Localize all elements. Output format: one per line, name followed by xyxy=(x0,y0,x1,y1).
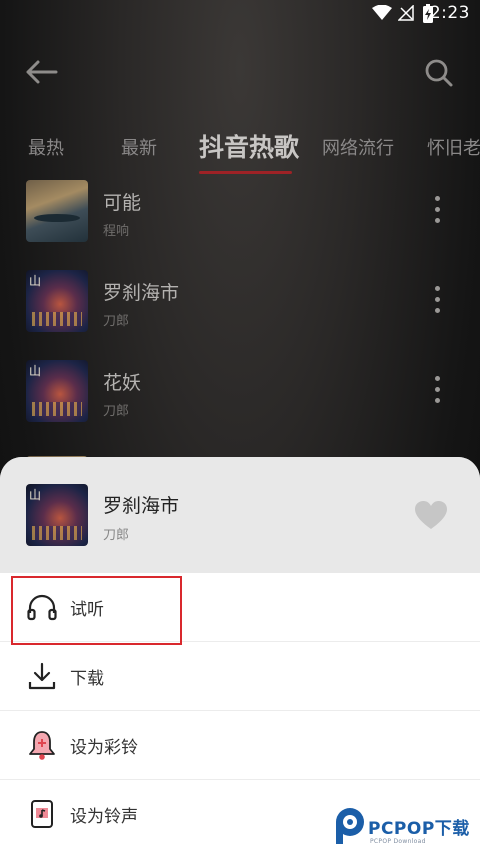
song-artist: 刀郎 xyxy=(103,314,130,329)
set-color-ringback-label: 设为彩铃 xyxy=(70,738,138,758)
tab-indicator xyxy=(199,171,292,174)
tab-douyin-hits[interactable]: 抖音热歌 xyxy=(199,128,299,164)
download-label: 下载 xyxy=(70,669,104,689)
bottom-sheet: 罗刹海市 刀郎 试听 下载 设为彩铃 设为铃声 xyxy=(0,457,480,853)
more-options-icon[interactable] xyxy=(432,196,442,228)
top-bar xyxy=(0,52,480,92)
watermark-brand: PCPOP下载 xyxy=(368,819,470,839)
highlight-box xyxy=(11,576,182,645)
album-cover xyxy=(26,360,88,422)
download-button[interactable]: 下载 xyxy=(0,642,480,711)
category-tabs: 最热 最新 抖音热歌 网络流行 怀旧老 xyxy=(0,128,480,176)
set-color-ringback-button[interactable]: 设为彩铃 xyxy=(0,711,480,780)
set-ringtone-label: 设为铃声 xyxy=(70,807,138,827)
song-artist: 程响 xyxy=(103,224,130,239)
back-arrow-icon[interactable] xyxy=(24,58,58,86)
song-row[interactable]: 花妖 刀郎 xyxy=(0,358,480,448)
watermark-subtitle: PCPOP Download xyxy=(370,838,426,845)
tab-nostalgic[interactable]: 怀旧老 xyxy=(427,134,480,160)
status-bar: 2:23 xyxy=(0,0,480,28)
pcpop-logo-icon xyxy=(336,808,364,844)
song-artist: 刀郎 xyxy=(103,404,130,419)
heart-icon[interactable] xyxy=(414,500,448,530)
bell-icon xyxy=(29,731,55,760)
song-title: 花妖 xyxy=(103,372,142,394)
song-row[interactable]: 可能 程响 xyxy=(0,178,480,268)
phone-ringtone-icon xyxy=(31,800,53,828)
wifi-icon xyxy=(372,5,392,20)
sheet-header: 罗刹海市 刀郎 xyxy=(0,457,480,573)
album-cover xyxy=(26,270,88,332)
search-icon[interactable] xyxy=(424,58,454,88)
tab-newest[interactable]: 最新 xyxy=(121,134,157,160)
sheet-song-title: 罗刹海市 xyxy=(103,495,180,517)
song-title: 罗刹海市 xyxy=(103,282,180,304)
song-title: 可能 xyxy=(103,192,142,214)
tab-hottest[interactable]: 最热 xyxy=(28,134,64,160)
sheet-song-artist: 刀郎 xyxy=(103,528,130,543)
tab-internet-popular[interactable]: 网络流行 xyxy=(322,134,394,160)
album-cover xyxy=(26,180,88,242)
status-time: 2:23 xyxy=(429,3,470,23)
more-options-icon[interactable] xyxy=(432,376,442,408)
more-options-icon[interactable] xyxy=(432,286,442,318)
song-row[interactable]: 罗刹海市 刀郎 xyxy=(0,268,480,358)
watermark: PCPOP下载 PCPOP Download xyxy=(332,806,478,850)
no-signal-icon xyxy=(398,5,414,21)
album-cover xyxy=(26,484,88,546)
download-icon xyxy=(28,662,56,690)
